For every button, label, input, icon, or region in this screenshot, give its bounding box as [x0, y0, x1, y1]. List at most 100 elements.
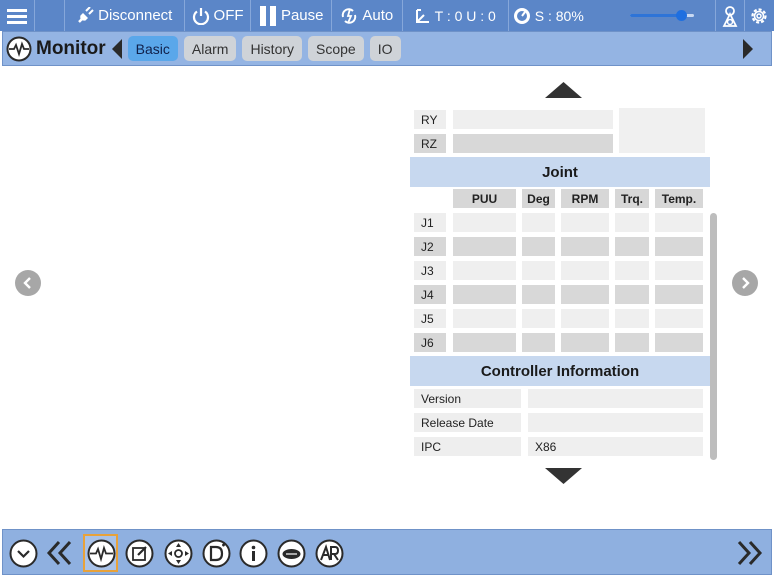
joint-cell-j2-rpm: [561, 237, 609, 256]
speed-slider[interactable]: [630, 10, 694, 21]
monitor-tool-button[interactable]: [86, 538, 116, 568]
scroll-down-icon[interactable]: [545, 468, 582, 484]
speed-gauge-icon: [513, 7, 530, 24]
position-value-rz: [453, 134, 613, 153]
page-next-button[interactable]: [732, 270, 758, 296]
double-chevron-right-icon: [737, 540, 763, 566]
joint-row-label-j5: J5: [414, 309, 446, 328]
joint-col-puu: PUU: [453, 189, 516, 208]
joint-cell-j2-temp: [655, 237, 703, 256]
joint-cell-j4-deg: [522, 285, 555, 304]
position-side-panel: [619, 108, 705, 153]
joint-row-label-j1: J1: [414, 213, 446, 232]
controller-value-release-date: [528, 413, 703, 432]
app-window: Disconnect OFF Pause Auto T : 0 U : 0 S …: [0, 0, 774, 577]
info-tool-button[interactable]: [238, 538, 268, 568]
chevron-left-icon: [23, 277, 31, 289]
tab-io[interactable]: IO: [369, 36, 401, 61]
bottom-toolbar: [2, 529, 772, 575]
joint-cell-j5-rpm: [561, 309, 609, 328]
info-icon: [239, 539, 267, 567]
ar-icon: [315, 539, 343, 567]
power-icon: [192, 7, 209, 25]
joint-cell-j6-puu: [453, 333, 516, 352]
joint-cell-j2-trq: [615, 237, 649, 256]
speed-label: S : 80%: [534, 7, 584, 24]
pause-label: Pause: [280, 7, 324, 24]
position-label-rz: RZ: [414, 134, 446, 153]
chevron-right-icon: [742, 277, 750, 289]
page-prev-button[interactable]: [15, 270, 41, 296]
disconnect-label: Disconnect: [98, 7, 173, 24]
tab-basic[interactable]: Basic: [127, 36, 178, 61]
joint-cell-j6-trq: [615, 333, 649, 352]
joint-cell-j4-rpm: [561, 285, 609, 304]
joint-cell-j4-puu: [453, 285, 516, 304]
menu-button[interactable]: [0, 0, 36, 31]
monitor-title-text: Monitor: [36, 37, 106, 59]
joint-cell-j1-trq: [615, 213, 649, 232]
joint-cell-j1-rpm: [561, 213, 609, 232]
speed-slider-fill: [630, 14, 682, 17]
joint-cell-j3-rpm: [561, 261, 609, 280]
settings-button[interactable]: [745, 0, 774, 31]
edit-tool-button[interactable]: [124, 538, 154, 568]
frame-axis-icon: [415, 8, 429, 23]
controller-value-ipc: X86: [528, 437, 703, 456]
collapse-button[interactable]: [8, 538, 38, 568]
hamburger-icon: [7, 8, 28, 24]
pause-icon: [259, 5, 276, 26]
auto-mode-icon: [342, 7, 357, 24]
plug-icon: [78, 6, 94, 23]
gear-icon: [751, 7, 767, 24]
controller-label-version: Version: [414, 389, 521, 408]
tab-history[interactable]: History: [242, 36, 303, 61]
joint-cell-j5-puu: [453, 309, 516, 328]
mode-button[interactable]: Auto: [332, 0, 403, 31]
joint-cell-j2-deg: [522, 237, 555, 256]
user-icon: [722, 5, 738, 27]
joint-cell-j6-rpm: [561, 333, 609, 352]
joint-cell-j4-trq: [615, 285, 649, 304]
joint-cell-j6-temp: [655, 333, 703, 352]
joint-row-label-j4: J4: [414, 285, 446, 304]
servo-button[interactable]: OFF: [185, 0, 252, 31]
joint-row-label-j6: J6: [414, 333, 446, 352]
joint-cell-j3-trq: [615, 261, 649, 280]
tool-user-label: T : 0 U : 0: [434, 7, 496, 24]
pause-button[interactable]: Pause: [251, 0, 332, 31]
joint-col-temp: Temp.: [655, 189, 703, 208]
program-tool-button[interactable]: [201, 538, 231, 568]
joint-col-rpm: RPM: [561, 189, 609, 208]
tab-alarm[interactable]: Alarm: [183, 36, 237, 61]
edit-icon: [125, 539, 153, 567]
speed-slider-knob[interactable]: [675, 10, 687, 21]
ar-tool-button[interactable]: [314, 538, 344, 568]
tab-scope[interactable]: Scope: [308, 36, 364, 61]
tool-user-frame-button[interactable]: T : 0 U : 0: [403, 0, 509, 31]
d-program-icon: [202, 539, 230, 567]
joint-scrollbar[interactable]: [710, 213, 717, 460]
jog-tool-button[interactable]: [163, 538, 193, 568]
caret-left-icon[interactable]: [111, 38, 122, 59]
joint-cell-j1-temp: [655, 213, 703, 232]
toolbar-blank: [35, 0, 65, 31]
servo-label: OFF: [213, 7, 244, 24]
mode-label: Auto: [362, 7, 394, 24]
disconnect-button[interactable]: Disconnect: [65, 0, 185, 31]
joint-cell-j3-temp: [655, 261, 703, 280]
user-button[interactable]: [715, 0, 745, 31]
caret-right-icon[interactable]: [743, 39, 753, 59]
position-label-ry: RY: [414, 110, 446, 129]
speed-control[interactable]: S : 80%: [509, 0, 597, 31]
bottom-scroll-left-button[interactable]: [44, 538, 74, 568]
scroll-up-icon[interactable]: [545, 82, 582, 98]
double-chevron-left-icon: [46, 540, 72, 566]
jog-icon: [164, 539, 192, 567]
robot-3d-tool-button[interactable]: [276, 538, 306, 568]
controller-section-header: Controller Information: [410, 356, 710, 386]
robot-3d-icon: [277, 539, 305, 567]
controller-label-release-date: Release Date: [414, 413, 521, 432]
bottom-scroll-right-button[interactable]: [735, 538, 765, 568]
joint-cell-j3-puu: [453, 261, 516, 280]
